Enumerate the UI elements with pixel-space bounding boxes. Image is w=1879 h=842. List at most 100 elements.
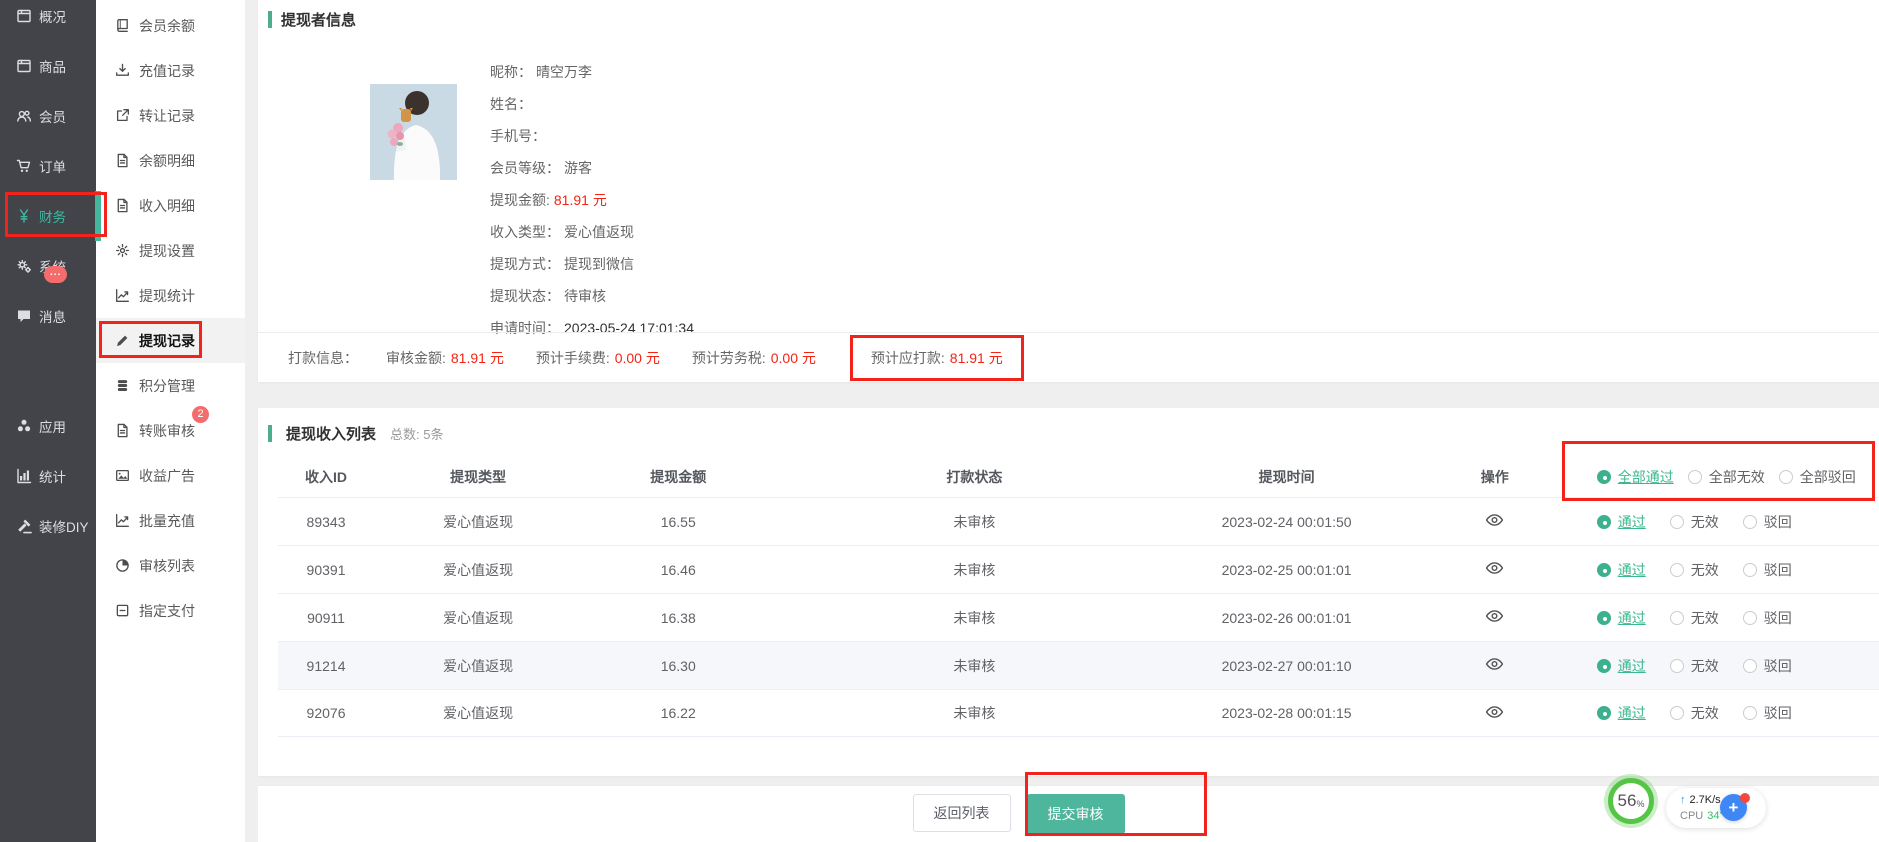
submit-review-button[interactable]: 提交审核 xyxy=(1027,794,1125,834)
submenu-item-transfer-review[interactable]: 转账审核2 xyxy=(96,408,245,453)
row-reject-radio[interactable]: 驳回 xyxy=(1743,560,1792,580)
sidebar-item-finance[interactable]: 财务 xyxy=(0,191,96,241)
row-approve-radio[interactable]: 通过 xyxy=(1597,512,1646,532)
row-invalid-radio[interactable]: 无效 xyxy=(1670,608,1719,628)
sidebar-item-orders[interactable]: 订单 xyxy=(0,141,96,191)
payment-item-value: 81.91 元 xyxy=(950,350,1003,366)
sidebar-item-stats[interactable]: 统计 xyxy=(0,451,96,501)
sidebar-item-goods[interactable]: 商品 xyxy=(0,41,96,91)
view-detail-eye-icon[interactable] xyxy=(1485,704,1504,720)
income-list-card: 提现收入列表 总数: 5条 收入ID 提现类型 提现金额 打款状态 提现时间 操… xyxy=(258,408,1879,776)
sidebar-item-label: 消息 xyxy=(39,306,66,326)
payment-fee: 预计手续费:0.00 元 xyxy=(536,348,660,368)
view-detail-eye-icon[interactable] xyxy=(1485,560,1504,576)
radio-icon xyxy=(1597,611,1611,625)
primary-sidebar: 概况 商品 会员 订单 财务 系统 消息... 应用 统计 装修DIY xyxy=(0,0,96,842)
payment-info-row: 打款信息： 审核金额:81.91 元 预计手续费:0.00 元 预计劳务税:0.… xyxy=(258,332,1879,382)
sidebar-item-messages[interactable]: 消息... xyxy=(0,291,96,341)
file-icon xyxy=(115,198,130,213)
cell-income-id: 89343 xyxy=(278,514,374,530)
radio-label: 无效 xyxy=(1691,656,1719,676)
cell-withdraw-type: 爱心值返现 xyxy=(374,656,582,676)
submenu-item-label: 收益广告 xyxy=(139,466,195,486)
view-detail-eye-icon[interactable] xyxy=(1485,512,1504,528)
memory-usage-circle[interactable]: 56% xyxy=(1608,778,1654,824)
finance-yen-icon xyxy=(16,208,32,224)
cell-withdraw-time: 2023-02-26 00:01:01 xyxy=(1175,610,1399,626)
row-invalid-radio[interactable]: 无效 xyxy=(1670,656,1719,676)
submenu-item-transfer-records[interactable]: 转让记录 xyxy=(96,93,245,138)
cell-withdraw-amount: 16.30 xyxy=(582,658,774,674)
submenu-item-member-balance[interactable]: 会员余额 xyxy=(96,3,245,48)
row-reject-radio[interactable]: 驳回 xyxy=(1743,656,1792,676)
payment-expected-annotation-box: 预计应打款:81.91 元 xyxy=(850,335,1024,381)
sidebar-item-apps[interactable]: 应用 xyxy=(0,401,96,451)
table-row: 92076 爱心值返现 16.22 未审核 2023-02-28 00:01:1… xyxy=(278,689,1879,737)
view-detail-eye-icon[interactable] xyxy=(1485,656,1504,672)
external-link-icon xyxy=(115,108,130,123)
radio-icon xyxy=(1743,563,1757,577)
radio-icon xyxy=(1743,515,1757,529)
row-reject-radio[interactable]: 驳回 xyxy=(1743,512,1792,532)
bulk-approve-all-radio[interactable]: 全部通过 xyxy=(1597,467,1674,487)
sidebar-item-label: 商品 xyxy=(39,56,66,76)
row-approve-radio[interactable]: 通过 xyxy=(1597,608,1646,628)
bulk-invalid-all-radio[interactable]: 全部无效 xyxy=(1688,467,1765,487)
cell-withdraw-type: 爱心值返现 xyxy=(374,703,582,723)
withdrawer-info: 昵称：晴空万李 姓名： 手机号： 会员等级：游客 提现金额:81.91 元 收入… xyxy=(258,30,1879,344)
sidebar-item-members[interactable]: 会员 xyxy=(0,91,96,141)
dashboard-icon xyxy=(16,8,32,24)
sidebar-item-diy[interactable]: 装修DIY xyxy=(0,501,96,551)
sidebar-item-label: 财务 xyxy=(39,206,66,226)
submenu-item-label: 充值记录 xyxy=(139,61,195,81)
submenu-item-points-management[interactable]: 积分管理 xyxy=(96,363,245,408)
radio-label: 全部驳回 xyxy=(1800,467,1856,487)
table-row: 90911 爱心值返现 16.38 未审核 2023-02-26 00:01:0… xyxy=(278,593,1879,641)
file-icon xyxy=(115,423,130,438)
submenu-item-designated-payment[interactable]: 指定支付 xyxy=(96,588,245,633)
row-reject-radio[interactable]: 驳回 xyxy=(1743,608,1792,628)
messages-badge: ... xyxy=(44,266,67,283)
withdrawer-info-card: 提现者信息 xyxy=(258,0,1879,382)
row-invalid-radio[interactable]: 无效 xyxy=(1670,560,1719,580)
submenu-item-balance-details[interactable]: 余额明细 xyxy=(96,138,245,183)
sidebar-item-label: 订单 xyxy=(39,156,66,176)
sidebar-item-overview[interactable]: 概况 xyxy=(0,0,96,41)
row-approve-radio[interactable]: 通过 xyxy=(1597,560,1646,580)
radio-icon xyxy=(1743,611,1757,625)
submenu-item-withdraw-records[interactable]: 提现记录 xyxy=(96,318,245,363)
row-approve-radio[interactable]: 通过 xyxy=(1597,656,1646,676)
radio-icon xyxy=(1688,470,1702,484)
submenu-item-income-details[interactable]: 收入明细 xyxy=(96,183,245,228)
finance-submenu-list: 会员余额 充值记录 转让记录 余额明细 收入明细 提现设置 提现统计 提现记录 … xyxy=(96,3,245,633)
radio-icon xyxy=(1597,470,1611,484)
radio-icon xyxy=(1597,515,1611,529)
cell-withdraw-amount: 16.46 xyxy=(582,562,774,578)
col-withdraw-type: 提现类型 xyxy=(374,467,582,487)
row-reject-radio[interactable]: 驳回 xyxy=(1743,703,1792,723)
cell-withdraw-time: 2023-02-24 00:01:50 xyxy=(1175,514,1399,530)
plus-icon[interactable]: + xyxy=(1720,794,1747,821)
submenu-item-revenue-ads[interactable]: 收益广告 xyxy=(96,453,245,498)
row-approve-radio[interactable]: 通过 xyxy=(1597,703,1646,723)
radio-label: 通过 xyxy=(1618,703,1646,723)
section-accent-bar xyxy=(268,425,272,442)
field-label: 提现状态： xyxy=(490,286,560,306)
cell-payment-status: 未审核 xyxy=(774,608,1174,628)
row-invalid-radio[interactable]: 无效 xyxy=(1670,703,1719,723)
submenu-item-withdraw-settings[interactable]: 提现设置 xyxy=(96,228,245,273)
upload-speed-value: 2.7K/s xyxy=(1690,794,1721,806)
submenu-item-withdraw-stats[interactable]: 提现统计 xyxy=(96,273,245,318)
submenu-item-batch-recharge[interactable]: 批量充值 xyxy=(96,498,245,543)
stats-icon xyxy=(16,468,32,484)
radio-icon xyxy=(1597,706,1611,720)
submenu-item-recharge-records[interactable]: 充值记录 xyxy=(96,48,245,93)
row-invalid-radio[interactable]: 无效 xyxy=(1670,512,1719,532)
back-to-list-button[interactable]: 返回列表 xyxy=(913,794,1011,832)
cell-withdraw-amount: 16.38 xyxy=(582,610,774,626)
submenu-item-review-list[interactable]: 审核列表 xyxy=(96,543,245,588)
field-label: 会员等级： xyxy=(490,158,560,178)
view-detail-eye-icon[interactable] xyxy=(1485,608,1504,624)
payment-audit-amount: 审核金额:81.91 元 xyxy=(386,348,504,368)
bulk-reject-all-radio[interactable]: 全部驳回 xyxy=(1779,467,1856,487)
